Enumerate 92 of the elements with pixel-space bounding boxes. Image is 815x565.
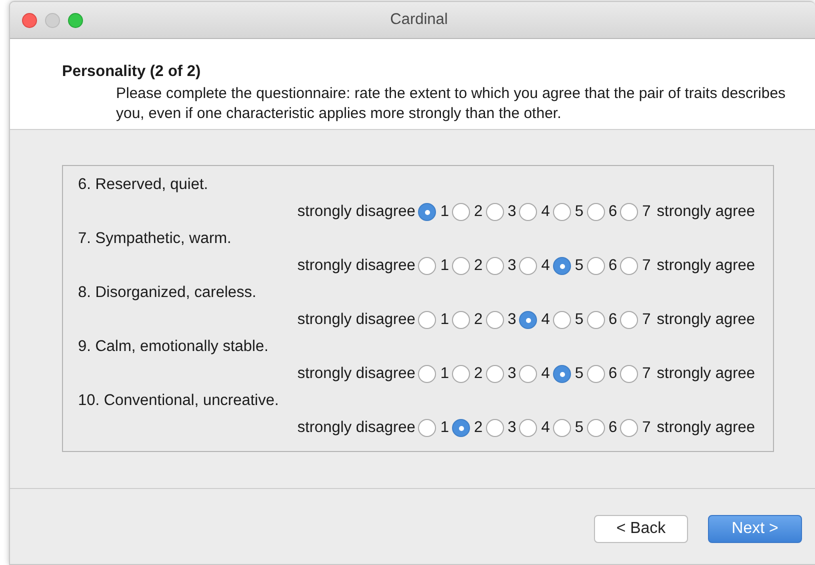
question-text: 10. Conventional, uncreative. bbox=[77, 391, 280, 411]
option-label: 5 bbox=[574, 256, 584, 274]
question-text: 6. Reserved, quiet. bbox=[77, 175, 210, 195]
scale-label: strongly agree bbox=[656, 310, 755, 328]
radio-button[interactable] bbox=[519, 364, 538, 382]
option-label: 2 bbox=[474, 418, 483, 436]
radio-button[interactable] bbox=[452, 364, 470, 382]
option-label: 1 bbox=[440, 418, 450, 436]
option-label: 6 bbox=[608, 256, 618, 274]
scale-label: strongly disagree bbox=[297, 310, 416, 328]
radio-button[interactable] bbox=[620, 256, 638, 274]
radio-button[interactable] bbox=[519, 310, 538, 328]
radio-button[interactable] bbox=[418, 256, 436, 274]
radio-button[interactable] bbox=[552, 364, 571, 382]
scale-label: strongly agree bbox=[656, 202, 755, 220]
option-label: 2 bbox=[474, 256, 483, 274]
option-label: 5 bbox=[574, 202, 584, 220]
option-label: 4 bbox=[541, 364, 550, 382]
radio-button[interactable] bbox=[486, 418, 504, 436]
radio-button[interactable] bbox=[552, 310, 571, 328]
option-label: 3 bbox=[508, 364, 516, 382]
option-label: 7 bbox=[642, 202, 651, 220]
radio-button[interactable] bbox=[620, 364, 638, 382]
question-text: 9. Calm, emotionally stable. bbox=[77, 337, 270, 357]
page-title: Personality (2 of 2) bbox=[62, 63, 202, 81]
option-label: 4 bbox=[541, 256, 550, 274]
scale-label: strongly disagree bbox=[297, 202, 416, 220]
close-button[interactable] bbox=[22, 12, 37, 28]
option-label: 5 bbox=[574, 418, 584, 436]
window-title: Cardinal bbox=[389, 11, 449, 29]
option-label: 7 bbox=[642, 418, 651, 436]
scale-label: strongly agree bbox=[656, 256, 755, 274]
radio-button[interactable] bbox=[586, 310, 605, 328]
radio-button[interactable] bbox=[452, 310, 470, 328]
option-label: 4 bbox=[541, 418, 550, 436]
radio-button[interactable] bbox=[486, 310, 504, 328]
radio-button[interactable] bbox=[586, 256, 605, 274]
zoom-button[interactable] bbox=[68, 12, 83, 28]
radio-button[interactable] bbox=[586, 202, 605, 220]
option-label: 2 bbox=[474, 310, 483, 328]
radio-button[interactable] bbox=[586, 364, 605, 382]
radio-button[interactable] bbox=[486, 202, 504, 220]
scale-label: strongly disagree bbox=[297, 256, 416, 274]
minimize-button[interactable] bbox=[45, 12, 60, 28]
radio-button[interactable] bbox=[452, 418, 470, 436]
option-label: 1 bbox=[440, 202, 450, 220]
option-label: 7 bbox=[642, 364, 651, 382]
radio-button[interactable] bbox=[586, 418, 605, 436]
radio-button[interactable] bbox=[418, 418, 436, 436]
scale-label: strongly disagree bbox=[297, 418, 416, 436]
option-label: 2 bbox=[474, 202, 483, 220]
instructions-text: Please complete the questionnaire: rate the extent to which you agree that the pair of traits describes you, even if one characteristic applies more strongly than the other. bbox=[115, 84, 787, 124]
back-button[interactable]: < Back bbox=[594, 515, 688, 543]
option-label: 4 bbox=[541, 202, 550, 220]
radio-button[interactable] bbox=[452, 256, 470, 274]
option-label: 1 bbox=[440, 310, 450, 328]
radio-button[interactable] bbox=[418, 202, 436, 220]
radio-button[interactable] bbox=[552, 256, 571, 274]
radio-button[interactable] bbox=[620, 202, 638, 220]
option-label: 5 bbox=[574, 364, 584, 382]
radio-button[interactable] bbox=[486, 256, 504, 274]
scale-label: strongly agree bbox=[656, 364, 755, 382]
radio-button[interactable] bbox=[418, 310, 436, 328]
option-label: 2 bbox=[474, 364, 483, 382]
radio-button[interactable] bbox=[418, 364, 436, 382]
option-label: 6 bbox=[608, 418, 618, 436]
radio-button[interactable] bbox=[552, 202, 571, 220]
option-label: 3 bbox=[508, 256, 516, 274]
radio-button[interactable] bbox=[452, 202, 470, 220]
scale-label: strongly agree bbox=[656, 418, 755, 436]
radio-button[interactable] bbox=[620, 310, 638, 328]
option-label: 3 bbox=[508, 418, 516, 436]
option-label: 4 bbox=[541, 310, 550, 328]
question-text: 7. Sympathetic, warm. bbox=[77, 229, 232, 249]
option-label: 3 bbox=[508, 310, 516, 328]
radio-button[interactable] bbox=[620, 418, 638, 436]
radio-button[interactable] bbox=[552, 418, 571, 436]
radio-button[interactable] bbox=[519, 202, 538, 220]
option-label: 7 bbox=[642, 310, 651, 328]
option-label: 7 bbox=[642, 256, 651, 274]
option-label: 5 bbox=[574, 310, 584, 328]
option-label: 6 bbox=[608, 310, 618, 328]
radio-button[interactable] bbox=[519, 256, 538, 274]
radio-button[interactable] bbox=[519, 418, 538, 436]
option-label: 3 bbox=[508, 202, 516, 220]
option-label: 6 bbox=[608, 364, 618, 382]
radio-button[interactable] bbox=[486, 364, 504, 382]
option-label: 6 bbox=[608, 202, 618, 220]
scale-label: strongly disagree bbox=[297, 364, 416, 382]
question-text: 8. Disorganized, careless. bbox=[77, 283, 258, 303]
option-label: 1 bbox=[440, 364, 450, 382]
option-label: 1 bbox=[440, 256, 450, 274]
